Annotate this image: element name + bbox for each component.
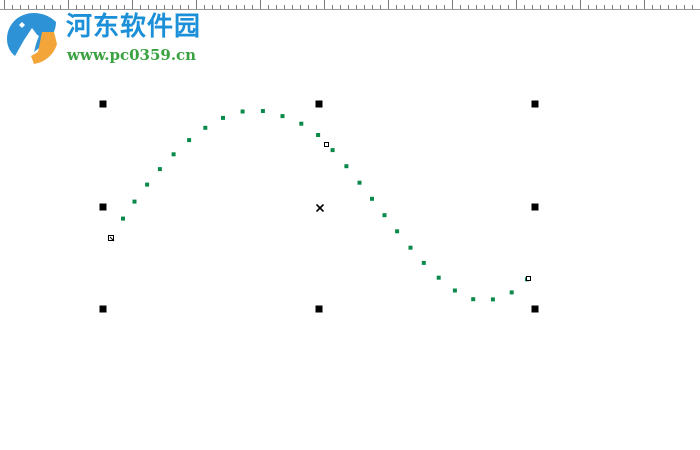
handle-bottom-right[interactable] xyxy=(531,305,539,313)
dotted-s-curve[interactable] xyxy=(121,109,529,302)
curve-dot xyxy=(330,148,335,153)
curve-dot xyxy=(171,152,176,157)
handle-bottom-center[interactable] xyxy=(315,305,323,313)
drawing-canvas[interactable] xyxy=(0,0,700,450)
curve-dot xyxy=(436,275,441,280)
curve-dot xyxy=(203,125,208,130)
curve-dot xyxy=(408,245,413,250)
handle-top-center[interactable] xyxy=(315,100,323,108)
curve-dot xyxy=(240,109,245,114)
handle-middle-right[interactable] xyxy=(531,203,539,211)
handle-bottom-left[interactable] xyxy=(99,305,107,313)
curve-dot xyxy=(280,114,285,119)
curve-dot xyxy=(490,297,495,302)
handle-top-right[interactable] xyxy=(531,100,539,108)
handle-middle-left[interactable] xyxy=(99,203,107,211)
curve-dot xyxy=(357,180,362,185)
curve-dot xyxy=(509,290,514,295)
curve-dot xyxy=(221,115,225,120)
mid-node-icon[interactable] xyxy=(324,142,329,147)
curve-dot xyxy=(145,182,150,187)
curve-dot xyxy=(471,297,476,302)
curve-dot xyxy=(299,121,304,126)
center-x-icon[interactable] xyxy=(315,203,325,213)
curve-dot xyxy=(370,196,374,201)
curve-dot xyxy=(452,288,457,293)
curve-dot xyxy=(395,229,400,234)
curve-dot xyxy=(382,213,387,218)
curve-nodes[interactable] xyxy=(108,142,531,281)
curve-dot xyxy=(421,260,426,265)
curve-dot xyxy=(132,199,137,204)
drawing-window: 河东软件园 www.pc0359.cn xyxy=(0,0,700,450)
curve-dot xyxy=(187,138,192,143)
curve-dot xyxy=(344,164,349,169)
handle-top-left[interactable] xyxy=(99,100,107,108)
end-node-icon[interactable] xyxy=(526,276,531,281)
curve-dot xyxy=(157,167,162,172)
curve-dot xyxy=(316,133,321,137)
curve-dot xyxy=(121,216,125,221)
curve-dot xyxy=(260,109,265,113)
